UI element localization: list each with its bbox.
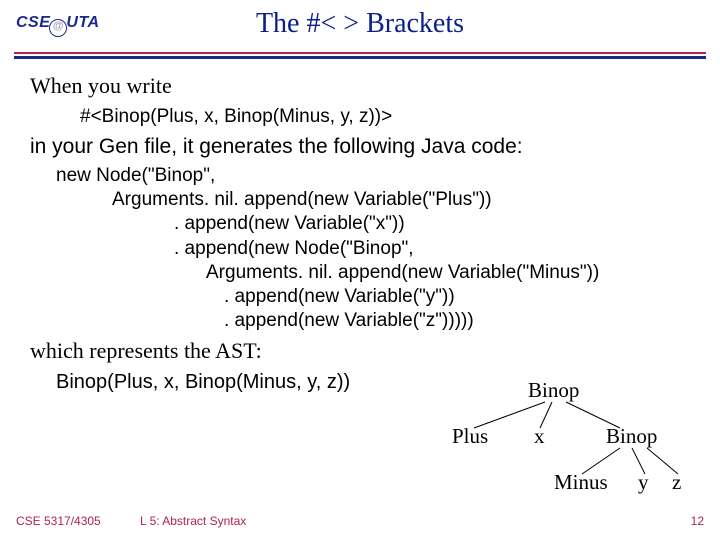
- code-line: . append(new Variable("x")): [56, 212, 700, 236]
- divider-red: [14, 52, 706, 54]
- tree-node-y: y: [638, 470, 649, 495]
- tree-node-plus: Plus: [452, 424, 488, 449]
- para-when-you-write: When you write: [30, 72, 700, 101]
- code-line: . append(new Node("Binop",: [56, 237, 700, 261]
- divider-blue: [14, 56, 706, 59]
- slide: CSE@UTA The #< > Brackets When you write…: [0, 0, 720, 540]
- tree-node-x: x: [534, 424, 545, 449]
- code-line: new Node("Binop",: [56, 164, 700, 188]
- code-java-block: new Node("Binop", Arguments. nil. append…: [56, 164, 700, 334]
- footer-page: 12: [691, 514, 704, 528]
- code-line: . append(new Variable("z"))))): [56, 309, 700, 333]
- tree-node-z: z: [672, 470, 681, 495]
- para-which-represents: which represents the AST:: [30, 337, 700, 366]
- code-line: Arguments. nil. append(new Variable("Min…: [56, 261, 700, 285]
- tree-node-root: Binop: [528, 378, 579, 403]
- slide-title: The #< > Brackets: [0, 8, 720, 40]
- para-gen-file: in your Gen file, it generates the follo…: [30, 133, 700, 160]
- tree-node-minus: Minus: [554, 470, 608, 495]
- footer-course: CSE 5317/4305: [16, 514, 101, 528]
- code-hash-bracket: #<Binop(Plus, x, Binop(Minus, y, z))>: [80, 105, 700, 130]
- footer-lecture: L 5: Abstract Syntax: [140, 514, 246, 528]
- tree-node-binop2: Binop: [606, 424, 657, 449]
- code-line: Arguments. nil. append(new Variable("Plu…: [56, 188, 700, 212]
- slide-body: When you write #<Binop(Plus, x, Binop(Mi…: [30, 70, 700, 395]
- code-line: . append(new Variable("y")): [56, 285, 700, 309]
- ast-tree: Binop Plus x Binop Minus y z: [450, 380, 710, 510]
